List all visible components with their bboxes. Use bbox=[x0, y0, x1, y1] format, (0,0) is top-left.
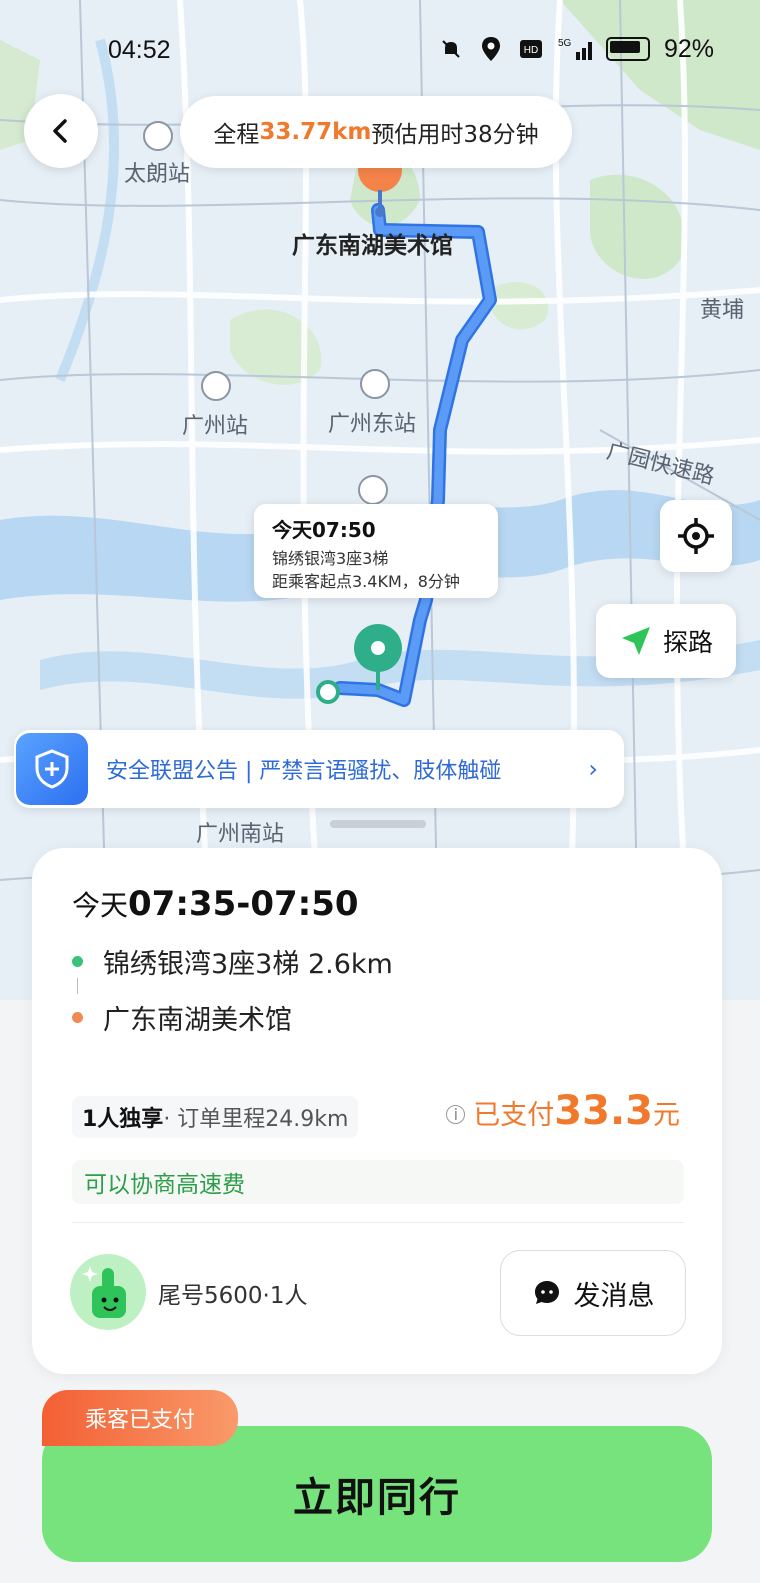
avatar[interactable] bbox=[70, 1254, 146, 1330]
status-bar: 04:52 HD 5G 92% bbox=[0, 28, 760, 72]
divider bbox=[72, 1222, 684, 1223]
paid-value: 33.3 bbox=[554, 1088, 653, 1134]
info-icon[interactable]: i bbox=[446, 1105, 466, 1124]
explore-label: 探路 bbox=[662, 628, 713, 657]
mute-icon bbox=[436, 34, 466, 64]
paid-amount[interactable]: i 已支付 33.3 元 bbox=[446, 1088, 680, 1134]
battery-percentage: 92% bbox=[664, 34, 715, 63]
pickup-place: 锦绣银湾3座3梯 bbox=[272, 549, 389, 568]
destination-dot-icon bbox=[72, 1012, 83, 1023]
trip-summary: 全程 33.77km 预估用时38分钟 bbox=[180, 96, 572, 168]
signal-5g-icon: 5G bbox=[556, 34, 596, 64]
safety-announcement-banner[interactable]: 安全联盟公告 | 严禁言语骚扰、肢体触碰 › bbox=[14, 730, 624, 808]
pickup-detail: 距乘客起点3.4KM，8分钟 bbox=[272, 572, 460, 591]
map-label-guangzhou-south: 广州南站 bbox=[196, 822, 285, 847]
order-time: 今天07:35-07:50 bbox=[72, 884, 359, 924]
status-icons: HD 5G 92% bbox=[436, 34, 714, 64]
chevron-right-icon: › bbox=[588, 755, 598, 783]
destination-label: 广东南湖美术馆 bbox=[292, 233, 453, 259]
thumbs-up-mascot-icon bbox=[82, 1266, 126, 1318]
navigation-arrow-icon bbox=[621, 627, 650, 655]
locate-button[interactable] bbox=[660, 500, 732, 572]
safety-announcement-text: 安全联盟公告 | 严禁言语骚扰、肢体触碰 bbox=[106, 759, 502, 784]
origin-dot-icon bbox=[72, 956, 83, 967]
toll-note: 可以协商高速费 bbox=[72, 1160, 684, 1204]
order-time-prefix: 今天 bbox=[72, 889, 129, 922]
trip-prefix: 全程 bbox=[213, 122, 260, 148]
trip-distance: 33.77km bbox=[259, 119, 372, 145]
seat-type: 1人独享 bbox=[82, 1107, 164, 1132]
passenger-info: 尾号5600·1人 bbox=[158, 1283, 308, 1309]
map-label-dalang: 太朗站 bbox=[124, 162, 191, 187]
location-icon bbox=[476, 34, 506, 64]
paid-unit: 元 bbox=[653, 1100, 680, 1131]
order-card: 今天07:35-07:50 锦绣银湾3座3梯 2.6km 广东南湖美术馆 1人独… bbox=[32, 848, 722, 1374]
trip-estimate: 预估用时38分钟 bbox=[371, 122, 539, 148]
destination-stop: 广东南湖美术馆 bbox=[72, 998, 292, 1037]
origin-text: 锦绣银湾3座3梯 2.6km bbox=[103, 949, 393, 980]
chevron-left-icon bbox=[53, 119, 67, 143]
destination-text: 广东南湖美术馆 bbox=[103, 1005, 292, 1036]
chat-bubble-icon bbox=[534, 1281, 559, 1304]
map-label-huangpu: 黄埔 bbox=[700, 298, 745, 323]
stop-connector bbox=[77, 978, 78, 994]
order-time-range: 07:35-07:50 bbox=[128, 884, 359, 924]
battery-icon bbox=[606, 37, 650, 61]
svg-text:5G: 5G bbox=[558, 38, 572, 49]
back-button[interactable] bbox=[24, 94, 98, 168]
order-mileage: · 订单里程24.9km bbox=[163, 1107, 349, 1132]
map-label-guangzhou-east: 广州东站 bbox=[328, 412, 417, 437]
paid-label: 已支付 bbox=[473, 1100, 555, 1131]
hd-icon: HD bbox=[516, 34, 546, 64]
order-info-chip: 1人独享 · 订单里程24.9km bbox=[72, 1096, 359, 1138]
map-label-guangzhou-station: 广州站 bbox=[182, 414, 249, 439]
status-time: 04:52 bbox=[108, 36, 171, 64]
sheet-drag-handle[interactable] bbox=[330, 820, 426, 828]
origin-dot bbox=[316, 680, 340, 704]
pickup-time: 今天07:50 bbox=[272, 518, 376, 542]
origin-stop: 锦绣银湾3座3梯 2.6km bbox=[72, 942, 393, 981]
shield-icon bbox=[16, 733, 88, 805]
svg-text:HD: HD bbox=[524, 45, 538, 56]
pickup-info-card[interactable]: 今天07:50 锦绣银湾3座3梯 距乘客起点3.4KM，8分钟 bbox=[254, 504, 498, 598]
send-message-label: 发消息 bbox=[573, 1280, 655, 1312]
crosshair-icon bbox=[678, 518, 714, 554]
explore-route-button[interactable]: 探路 bbox=[596, 604, 736, 678]
passenger-paid-tag: 乘客已支付 bbox=[42, 1390, 238, 1446]
send-message-button[interactable]: 发消息 bbox=[500, 1250, 686, 1336]
travel-now-button[interactable]: 立即同行 bbox=[42, 1426, 712, 1562]
